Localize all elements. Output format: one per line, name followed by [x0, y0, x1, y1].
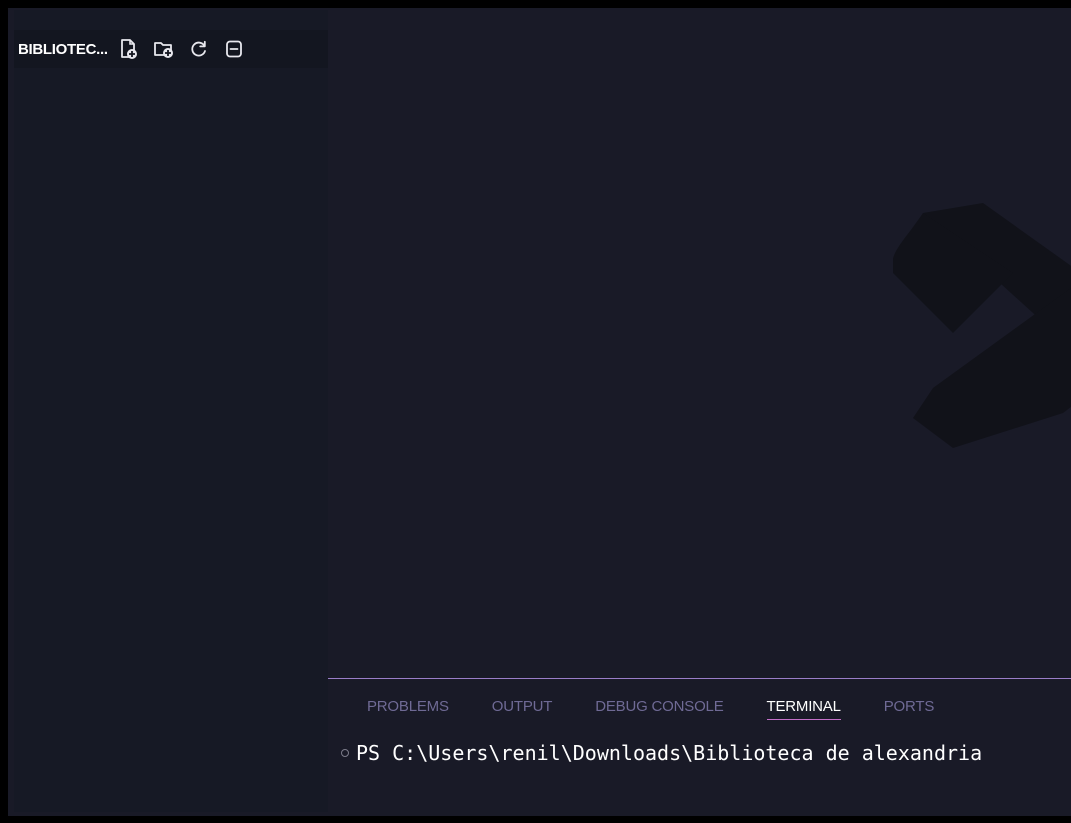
tab-debug-console[interactable]: DEBUG CONSOLE	[595, 698, 723, 720]
app-window: BIBLIOTEC... PROBLEMS OUTPUT DEBUG CONSO…	[8, 8, 1071, 816]
new-folder-icon[interactable]	[153, 38, 176, 61]
explorer-sidebar: BIBLIOTEC...	[14, 10, 328, 812]
bottom-panel: PROBLEMS OUTPUT DEBUG CONSOLE TERMINAL P…	[328, 678, 1071, 816]
tab-terminal[interactable]: TERMINAL	[766, 698, 841, 720]
tab-ports[interactable]: PORTS	[884, 698, 935, 720]
explorer-header: BIBLIOTEC...	[14, 30, 328, 68]
refresh-icon[interactable]	[188, 38, 211, 61]
tab-problems[interactable]: PROBLEMS	[367, 698, 449, 720]
terminal-prompt-line[interactable]: PS C:\Users\renil\Downloads\Biblioteca d…	[341, 741, 982, 765]
explorer-title: BIBLIOTEC...	[18, 40, 108, 58]
terminal-prompt: PS C:\Users\renil\Downloads\Biblioteca d…	[356, 741, 983, 765]
explorer-actions	[118, 38, 246, 61]
panel-tabs: PROBLEMS OUTPUT DEBUG CONSOLE TERMINAL P…	[367, 698, 977, 720]
tab-output[interactable]: OUTPUT	[492, 698, 553, 720]
command-status-icon	[341, 749, 349, 757]
editor-area	[328, 8, 1071, 678]
new-file-icon[interactable]	[118, 38, 141, 61]
collapse-all-icon[interactable]	[223, 38, 246, 61]
x-logo-watermark-icon	[892, 203, 1071, 468]
